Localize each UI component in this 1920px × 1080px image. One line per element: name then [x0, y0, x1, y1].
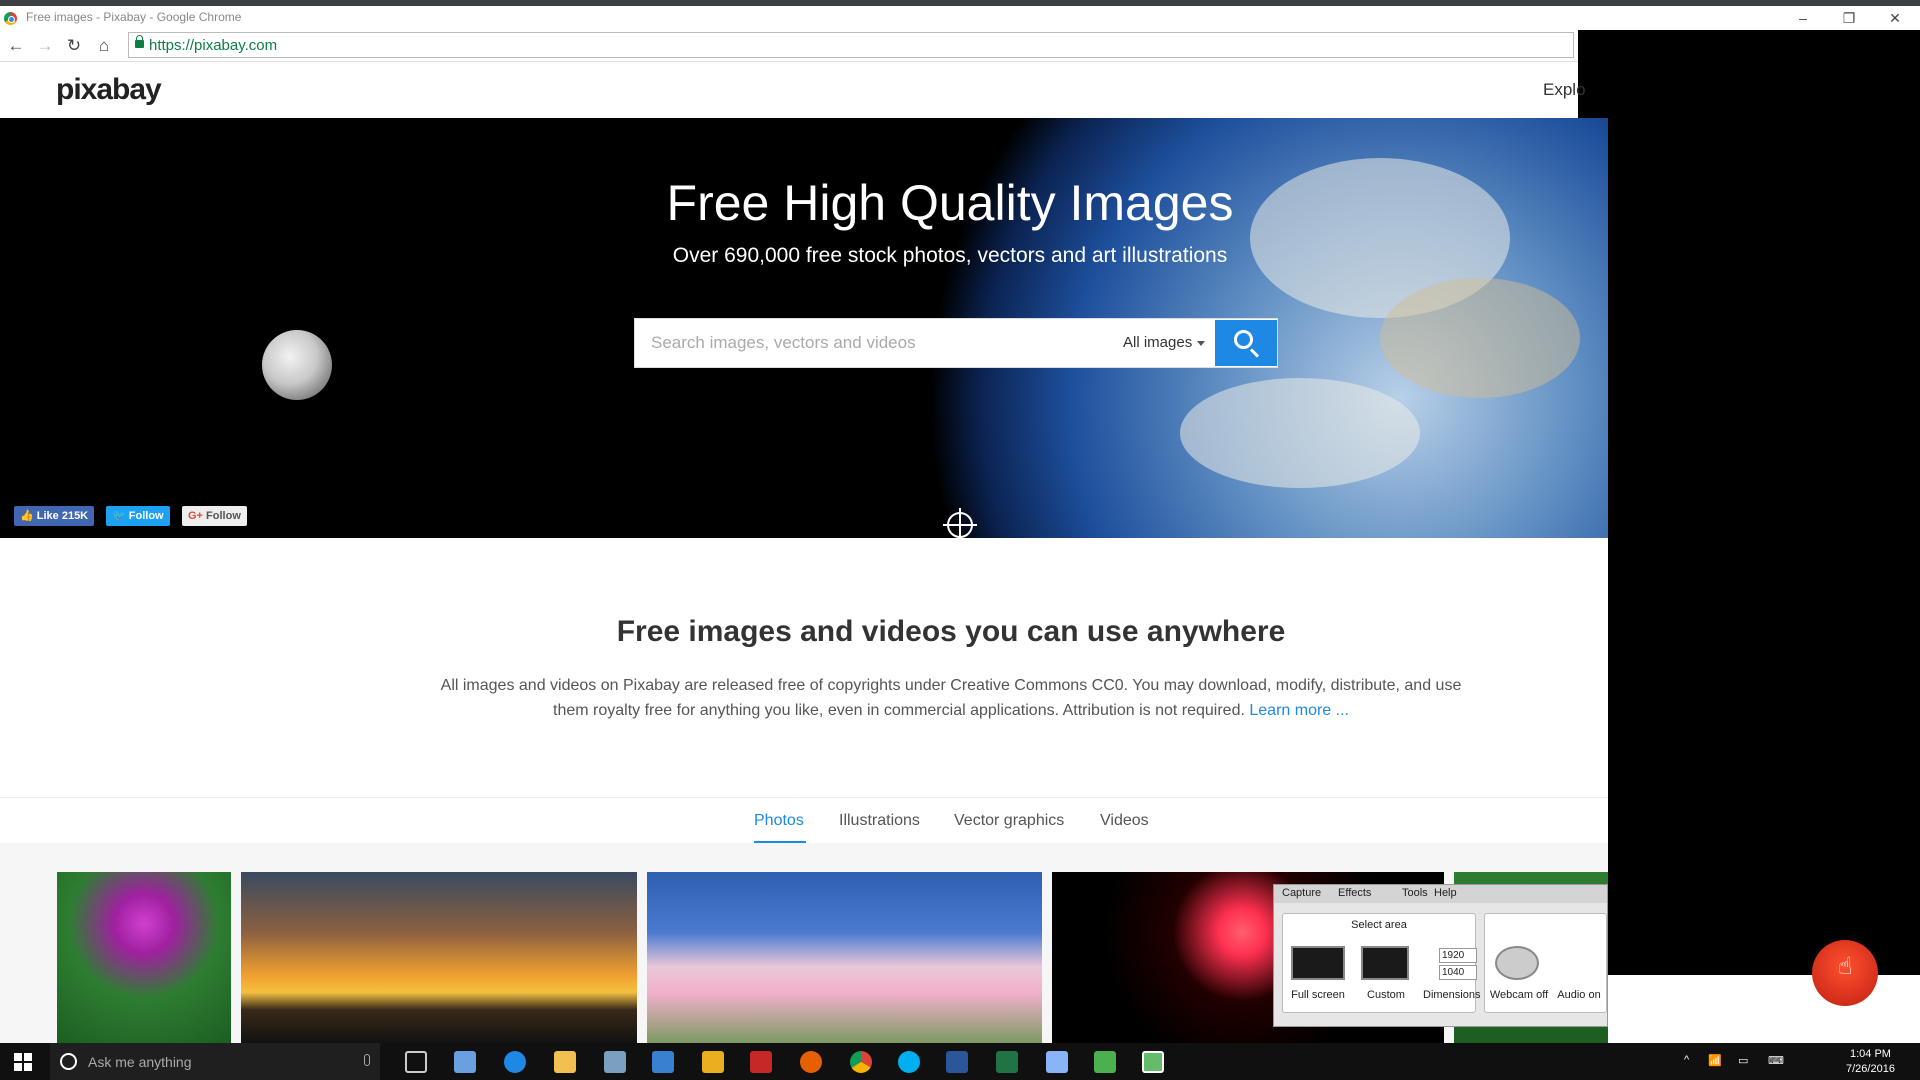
screen-overlay-top	[1578, 30, 1920, 330]
dimensions-label: Dimensions	[1423, 989, 1481, 1001]
clock-time: 1:04 PM	[1849, 1048, 1891, 1060]
menu-tools[interactable]: Tools	[1402, 887, 1428, 899]
cortana-search[interactable]: Ask me anything	[50, 1043, 380, 1080]
browser-toolbar: ← → ↻ ⌂ https://pixabay.com	[0, 30, 1578, 62]
caret-down-icon	[1197, 340, 1206, 346]
pixabay-logo[interactable]: pixabay	[56, 73, 162, 107]
search-icon	[1234, 330, 1253, 349]
notepad-icon[interactable]	[604, 1051, 626, 1073]
learn-more-link[interactable]: Learn more ...	[1249, 702, 1349, 719]
image-thumbnail[interactable]	[647, 872, 1042, 1044]
width-input[interactable]: 1920	[1439, 948, 1477, 963]
media-tabs: Photos Illustrations Vector graphics Vid…	[0, 797, 1608, 843]
audio-label: Audio on	[1557, 989, 1601, 1001]
browser-title-bar: Free images - Pixabay - Google Chrome – …	[0, 0, 1920, 30]
file-explorer-icon[interactable]	[554, 1051, 576, 1073]
webcam-label: Webcam off	[1489, 989, 1549, 1001]
wifi-icon[interactable]: 📶	[1708, 1054, 1722, 1067]
hand-cursor-icon: ☝	[1838, 953, 1853, 980]
select-area-title: Select area	[1351, 919, 1407, 931]
moon-graphic	[262, 330, 332, 400]
search-button[interactable]	[1215, 320, 1277, 366]
image-thumbnail[interactable]	[241, 872, 637, 1044]
store-icon[interactable]	[454, 1051, 476, 1073]
windows-start-icon[interactable]	[14, 1053, 32, 1071]
home-icon[interactable]: ⌂	[94, 36, 114, 56]
screen-recorder-panel: Capture Effects Tools Help Select area 1…	[1273, 884, 1608, 1027]
full-screen-label: Full screen	[1291, 989, 1345, 1001]
cortana-icon	[60, 1053, 77, 1070]
intro-text: All images and videos on Pixabay are rel…	[440, 677, 1462, 719]
notification-icon[interactable]: ▭	[1738, 1054, 1748, 1067]
calculator-icon[interactable]	[652, 1051, 674, 1073]
search-input[interactable]	[635, 319, 1111, 367]
nav-explore[interactable]: Explo	[1543, 80, 1586, 100]
clock-date: 7/26/2016	[1846, 1063, 1895, 1075]
url-text: https://pixabay.com	[149, 37, 278, 54]
crosshair-cursor-icon	[943, 508, 977, 538]
close-button[interactable]: ✕	[1872, 6, 1918, 30]
hero-subtitle: Over 690,000 free stock photos, vectors …	[672, 244, 1228, 267]
custom-area-button[interactable]	[1361, 946, 1409, 980]
windows-taskbar: Ask me anything ^ 📶 ▭ ⌨ 1:04 PM 7/26/201…	[0, 1043, 1920, 1080]
lock-icon	[135, 35, 144, 48]
twitter-follow-button[interactable]: 🐦 Follow	[106, 506, 170, 526]
site-header: pixabay Explo	[0, 63, 1586, 118]
hero-title: Free High Quality Images	[666, 175, 1234, 231]
image-thumbnail[interactable]	[57, 872, 231, 1044]
sticky-app-icon[interactable]	[702, 1051, 724, 1073]
taskbar-clock[interactable]: 1:04 PM 7/26/2016	[1846, 1047, 1895, 1077]
search-form: All images	[634, 318, 1278, 368]
media-type-label: All images	[1123, 334, 1193, 351]
excel-icon[interactable]	[996, 1051, 1018, 1073]
input-panel: Webcam off Audio on	[1484, 913, 1607, 1013]
word-icon[interactable]	[946, 1051, 968, 1073]
camtasia-recorder-icon[interactable]	[1142, 1051, 1164, 1073]
skype-icon[interactable]	[898, 1051, 920, 1073]
filezilla-icon[interactable]	[750, 1051, 772, 1073]
menu-capture[interactable]: Capture	[1282, 887, 1321, 899]
earth-clouds	[1180, 378, 1420, 488]
forward-arrow-icon[interactable]: →	[35, 36, 55, 56]
intro-title: Free images and videos you can use anywh…	[616, 615, 1286, 648]
cortana-placeholder: Ask me anything	[88, 1054, 192, 1070]
full-screen-button[interactable]	[1291, 946, 1345, 980]
snowflake-app-icon[interactable]	[1046, 1051, 1068, 1073]
task-view-icon[interactable]	[405, 1051, 427, 1073]
webcam-icon[interactable]	[1495, 946, 1539, 980]
reload-icon[interactable]: ↻	[64, 36, 84, 56]
menu-help[interactable]: Help	[1434, 887, 1457, 899]
hero-banner: Free High Quality Images Over 690,000 fr…	[0, 118, 1608, 538]
tray-up-arrow-icon[interactable]: ^	[1684, 1054, 1689, 1066]
screen-overlay-right	[1608, 330, 1920, 975]
keyboard-icon[interactable]: ⌨	[1768, 1054, 1784, 1067]
tab-illustrations[interactable]: Illustrations	[839, 812, 920, 830]
menu-effects[interactable]: Effects	[1338, 887, 1371, 899]
custom-label: Custom	[1367, 989, 1405, 1001]
maximize-button[interactable]: ❐	[1826, 6, 1872, 30]
minimize-button[interactable]: –	[1780, 6, 1826, 30]
firefox-icon[interactable]	[800, 1051, 822, 1073]
gplus-follow-button[interactable]: G+ Follow	[182, 506, 247, 526]
window-title: Free images - Pixabay - Google Chrome	[26, 10, 242, 24]
tab-vector-graphics[interactable]: Vector graphics	[954, 812, 1064, 830]
select-area-panel: Select area 1920 1040 Full screen Custom…	[1282, 913, 1481, 1013]
chrome-icon	[4, 12, 17, 25]
tab-videos[interactable]: Videos	[1100, 812, 1149, 830]
edge-icon[interactable]	[504, 1051, 526, 1073]
media-type-select[interactable]: All images	[1111, 319, 1213, 367]
recorder-menubar: Capture Effects Tools Help	[1274, 885, 1607, 903]
facebook-like-button[interactable]: 👍 Like 215K	[14, 506, 95, 526]
address-bar[interactable]: https://pixabay.com	[128, 32, 1574, 58]
earth-desert	[1380, 278, 1580, 398]
tab-photos[interactable]: Photos	[754, 812, 804, 830]
camtasia-icon[interactable]	[1094, 1051, 1116, 1073]
back-arrow-icon[interactable]: ←	[6, 36, 26, 56]
microphone-icon[interactable]	[364, 1054, 370, 1066]
chrome-taskbar-icon[interactable]	[850, 1051, 872, 1073]
height-input[interactable]: 1040	[1439, 965, 1477, 980]
